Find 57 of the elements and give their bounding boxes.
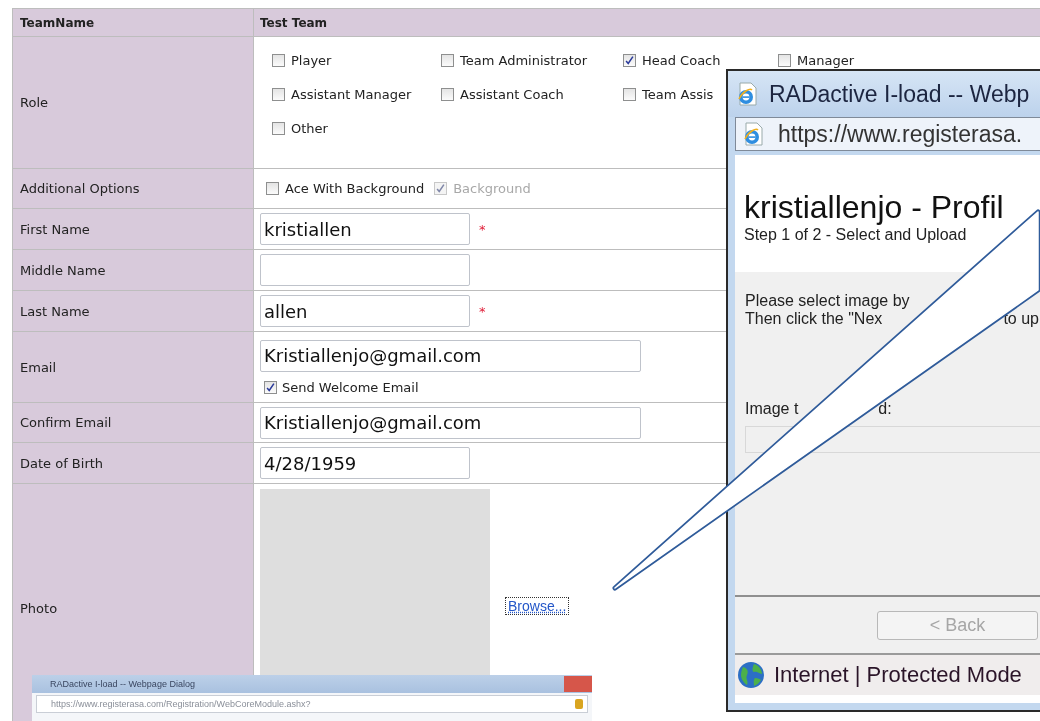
checkbox[interactable] — [623, 88, 636, 101]
checkbox[interactable] — [441, 88, 454, 101]
field-label: Last Name — [20, 303, 90, 319]
checkbox-label: Team Administrator — [460, 53, 588, 68]
step-text: Step 1 of 2 - Select and Upload — [744, 226, 968, 244]
checkbox[interactable] — [441, 54, 454, 67]
input-field[interactable]: Kristiallenjo@gmail.com — [260, 339, 641, 372]
checkbox-label: Ace With Background — [285, 181, 425, 196]
checkbox-label: Send Welcome Email — [282, 379, 419, 395]
lock-icon — [575, 699, 583, 709]
globe-icon — [737, 661, 765, 689]
checkbox-label: Player — [291, 53, 332, 68]
browser-icon — [736, 82, 760, 106]
address-text: https://www.registerasa.com/Registration/WebCoreModule.ashx? — [51, 699, 311, 709]
checkbox-label: Manager — [797, 53, 854, 68]
checkbox-label: Head Coach — [642, 53, 721, 68]
window-title: RADactive I-load -- Webpage Dialog — [50, 679, 195, 689]
team-name: Test Team — [254, 9, 1040, 37]
required-mark: * — [479, 221, 486, 237]
field-label: First Name — [20, 221, 90, 237]
field-label: Confirm Email — [20, 415, 112, 430]
input-field[interactable] — [260, 254, 470, 286]
instruction-text: Please select image by — [745, 292, 910, 310]
checkbox-label: Assistant Manager — [291, 87, 412, 102]
browse-link[interactable]: Browse... — [506, 598, 569, 614]
field-label: Photo — [20, 601, 58, 616]
input-field[interactable]: allen — [260, 295, 470, 327]
checkbox[interactable] — [272, 54, 285, 67]
address-text: https://www.registerasa. — [778, 120, 1023, 148]
field-label: Image t — [745, 400, 799, 418]
checkbox-label: Other — [291, 121, 328, 136]
checkbox-label: Team Assis — [642, 87, 714, 102]
field-label: Role — [20, 95, 48, 110]
checkbox[interactable] — [272, 122, 285, 135]
input-field[interactable]: 4/28/1959 — [260, 447, 470, 479]
checkbox-label: Background — [453, 181, 531, 196]
field-label: d: — [878, 400, 892, 418]
instruction-text: Then click the "Nex — [745, 310, 883, 328]
checkbox[interactable] — [264, 380, 277, 394]
page-icon — [742, 122, 766, 146]
status-text: Internet | Protected Mode — [774, 662, 1022, 688]
checkbox[interactable] — [623, 54, 636, 67]
column-header: TeamName — [13, 9, 254, 37]
checkbox-label: Assistant Coach — [460, 87, 564, 102]
required-mark: * — [479, 303, 486, 319]
checkbox[interactable] — [266, 182, 279, 195]
checkbox[interactable] — [272, 88, 285, 101]
field-label: Middle Name — [20, 262, 106, 278]
close-icon — [564, 676, 592, 692]
field-label: Email — [20, 359, 57, 375]
input-field[interactable]: Kristiallenjo@gmail.com — [260, 406, 641, 439]
window-title: RADactive I-load -- Webp — [769, 80, 1030, 108]
input-field[interactable]: kristiallen — [260, 213, 470, 245]
dialog-heading: kristiallenjo - Profil — [744, 189, 1005, 226]
field-label: Date of Birth — [20, 455, 104, 471]
field-label: Additional Options — [20, 181, 140, 196]
checkbox[interactable] — [778, 54, 791, 67]
